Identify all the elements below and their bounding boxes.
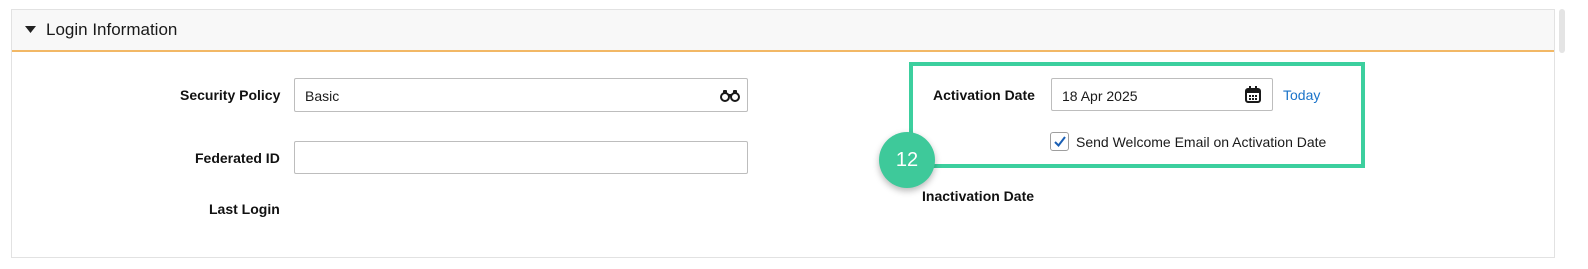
checkmark-icon [1054, 136, 1066, 147]
activation-date-label: Activation Date [933, 87, 1035, 103]
federated-id-label: Federated ID [195, 150, 280, 166]
activation-date-field[interactable]: 18 Apr 2025 [1051, 78, 1273, 111]
scrollbar-thumb[interactable] [1559, 9, 1565, 53]
security-policy-value: Basic [305, 88, 340, 104]
security-policy-label: Security Policy [180, 87, 281, 103]
federated-id-input[interactable] [294, 141, 748, 174]
last-login-label: Last Login [209, 201, 280, 217]
send-welcome-email-label: Send Welcome Email on Activation Date [1076, 134, 1327, 150]
step-number-badge: 12 [879, 132, 935, 188]
inactivation-date-label: Inactivation Date [922, 188, 1035, 204]
calendar-icon[interactable] [1245, 86, 1261, 103]
security-policy-field[interactable]: Basic [294, 78, 748, 112]
activation-date-value: 18 Apr 2025 [1062, 88, 1138, 104]
caret-down-icon[interactable] [25, 26, 36, 34]
binoculars-icon[interactable] [720, 89, 740, 102]
section-header[interactable]: Login Information [12, 10, 1554, 52]
section-title: Login Information [46, 20, 178, 39]
send-welcome-email-checkbox[interactable] [1050, 132, 1069, 151]
today-link[interactable]: Today [1283, 87, 1320, 103]
